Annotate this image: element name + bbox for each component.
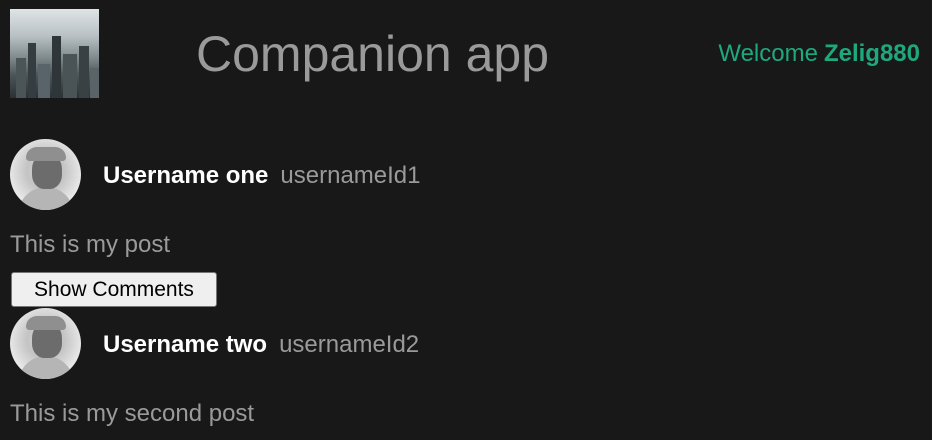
app-title: Companion app (196, 26, 550, 82)
post-text: This is my post (10, 231, 171, 258)
post-author: Username one usernameId1 (103, 162, 421, 190)
post-username: usernameId1 (280, 162, 421, 189)
post-text: This is my second post (10, 400, 255, 427)
welcome-username: Zelig880 (823, 40, 920, 67)
app-logo (10, 9, 99, 98)
post-display-name: Username two (103, 331, 268, 358)
avatar (10, 139, 81, 210)
post-display-name: Username one (103, 162, 269, 189)
post-username: usernameId2 (279, 331, 420, 358)
welcome-label: Welcome (718, 40, 818, 67)
page: Companion app Welcome Zelig880 Username o… (0, 0, 932, 440)
show-comments-button[interactable]: Show Comments (11, 272, 217, 307)
welcome-message: Welcome Zelig880 (718, 40, 920, 68)
avatar (10, 308, 81, 379)
post-author: Username two usernameId2 (103, 331, 419, 359)
